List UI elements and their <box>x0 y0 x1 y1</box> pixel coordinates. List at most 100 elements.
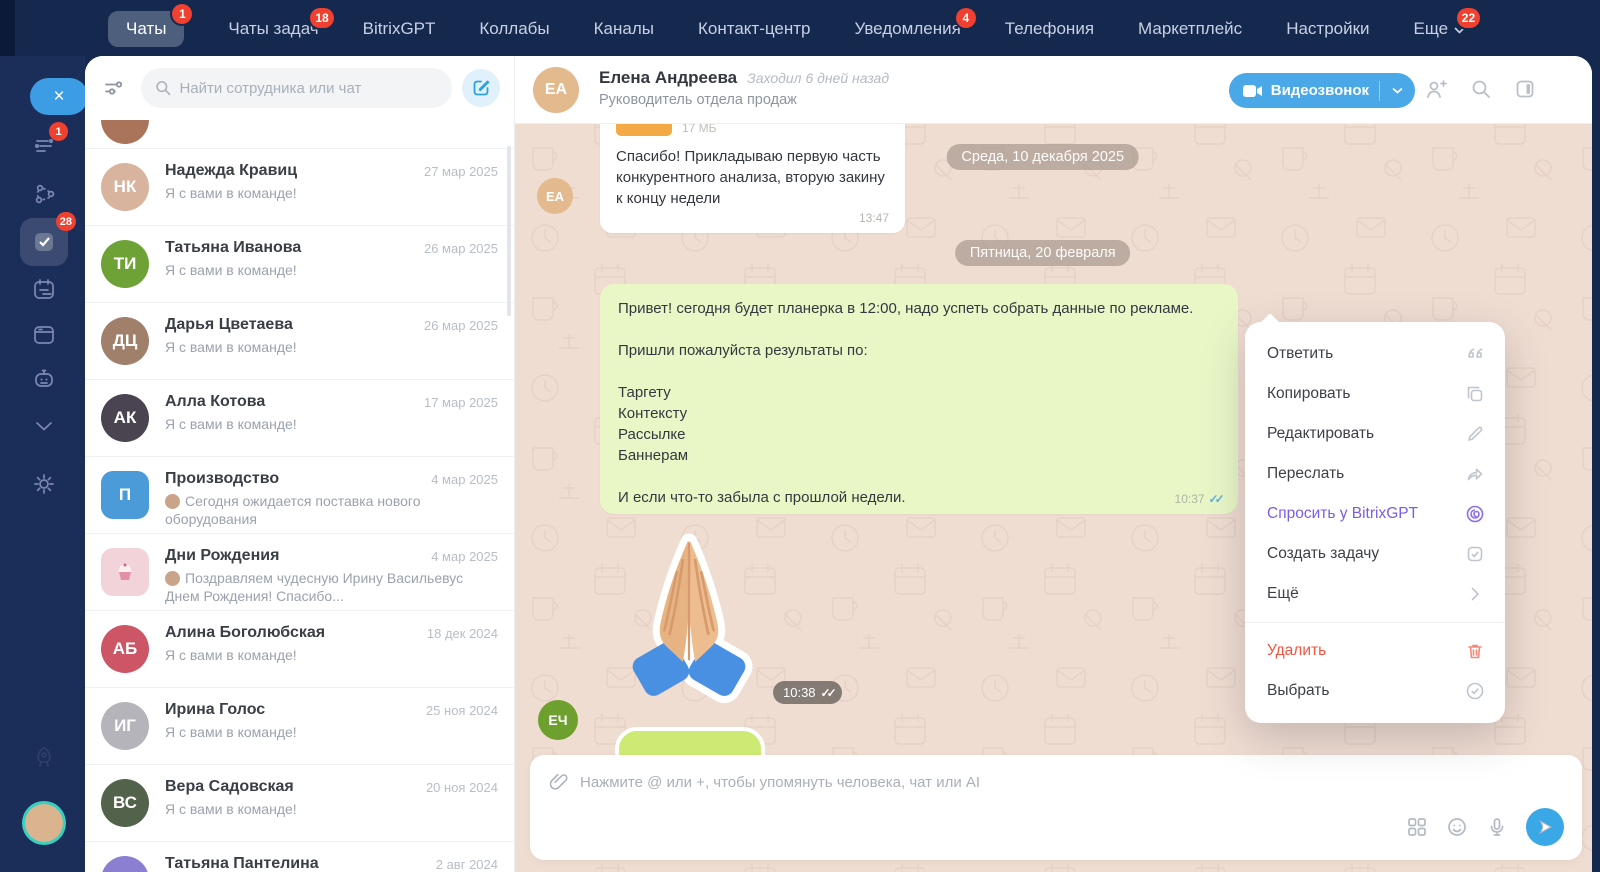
user-avatar[interactable] <box>25 804 63 842</box>
chat-list-item[interactable]: НК Надежда Кравиц Я с вами в команде! 27… <box>85 148 514 225</box>
avatar <box>101 120 149 144</box>
menu-item-edit[interactable]: Редактировать <box>1245 414 1505 454</box>
search-box <box>141 68 452 108</box>
chat-list-scrollbar[interactable] <box>507 146 511 316</box>
close-panel-button[interactable]: × <box>30 78 88 115</box>
avatar: АК <box>101 394 149 442</box>
contact-name[interactable]: Елена Андреева <box>599 68 737 88</box>
nav-tab-marketplace[interactable]: Маркетплейс <box>1138 19 1242 39</box>
nav-tab-telephony[interactable]: Телефония <box>1005 19 1094 39</box>
menu-item-forward[interactable]: Переслать <box>1245 454 1505 494</box>
own-avatar: ЕЧ <box>538 700 578 740</box>
chat-list-header <box>85 56 514 120</box>
sidebar-item-feed[interactable]: 1 <box>24 122 68 166</box>
message-time: 10:37 <box>1174 492 1205 506</box>
panel-icon <box>1516 80 1534 98</box>
menu-item-ask-bitrixgpt[interactable]: Спросить у BitrixGPT <box>1245 494 1505 534</box>
nav-tab-more[interactable]: Еще 22 <box>1414 8 1481 39</box>
chat-list-item[interactable]: ДЦ Дарья Цветаева Я с вами в команде! 26… <box>85 302 514 379</box>
new-chat-button[interactable] <box>462 69 500 107</box>
menu-item-select[interactable]: Выбрать <box>1245 671 1505 711</box>
message-composer <box>530 755 1582 860</box>
nav-tab-bitrixgpt[interactable]: BitrixGPT <box>363 19 436 39</box>
chevron-right-icon <box>1471 587 1480 601</box>
sender-mini-avatar <box>165 571 180 586</box>
avatar: АБ <box>101 625 149 673</box>
add-person-icon <box>1427 80 1447 98</box>
chat-search-button[interactable] <box>1470 78 1492 102</box>
message-text: Спасибо! Прикладываю первую часть конкур… <box>616 148 885 207</box>
microphone-icon[interactable] <box>1486 816 1508 838</box>
top-navigation: Чаты 1 Чаты задач 18 BitrixGPT Коллабы Кан… <box>0 0 1600 58</box>
outgoing-message[interactable]: Привет! сегодня будет планерка в 12:00, … <box>600 284 1238 514</box>
sidebar-item-tasks[interactable]: 28 <box>20 212 76 266</box>
message-time: 13:47 <box>858 211 889 225</box>
contact-avatar[interactable]: ЕА <box>533 67 579 113</box>
chat-list-item[interactable]: ТИ Татьяна Иванова Я с вами в команде! 2… <box>85 225 514 302</box>
sidebar-item-planner[interactable] <box>24 269 64 309</box>
praying-hands-sticker[interactable] <box>610 528 768 708</box>
conversation-panel: 17 МБ Спасибо! Прикладываю первую часть … <box>515 56 1592 872</box>
message-context-menu: Ответить Копировать Редактировать Пересл… <box>1245 313 1505 723</box>
chat-list-item[interactable]: АК Алла Котова Я с вами в команде! 17 ма… <box>85 379 514 456</box>
invite-user-button[interactable] <box>1424 78 1448 102</box>
side-panel-toggle[interactable] <box>1514 78 1536 102</box>
chat-list-item[interactable]: АБ Алина Боголюбская Я с вами в команде!… <box>85 610 514 687</box>
pencil-icon <box>1468 426 1483 441</box>
filter-button[interactable] <box>97 71 131 105</box>
browser-window-icon <box>34 326 54 344</box>
tasks-icon <box>35 233 53 251</box>
sender-avatar: ЕА <box>537 178 573 214</box>
menu-item-create-task[interactable]: Создать задачу <box>1245 534 1505 574</box>
message-input[interactable] <box>580 773 1564 791</box>
read-checkmarks-icon: ✓✓ <box>1208 492 1225 506</box>
sidebar-more-chevron[interactable] <box>24 406 64 446</box>
avatar: П <box>101 471 149 519</box>
nav-tab-collabs[interactable]: Коллабы <box>479 19 549 39</box>
chat-list-item[interactable]: П Производство Сегодня ожидается поставк… <box>85 456 514 533</box>
video-camera-icon <box>1242 84 1262 97</box>
emoji-icon[interactable] <box>1446 816 1468 838</box>
task-check-icon <box>1467 546 1483 562</box>
circle-check-icon <box>1466 682 1484 700</box>
date-separator: Среда, 10 декабря 2025 <box>946 144 1140 170</box>
tasks-badge: 28 <box>55 212 76 231</box>
nav-tab-chats[interactable]: Чаты 1 <box>108 4 193 47</box>
attach-file-icon[interactable] <box>548 771 570 793</box>
sidebar-item-network[interactable] <box>24 174 64 214</box>
nav-tab-task-chats[interactable]: Чаты задач 18 <box>228 8 334 39</box>
nav-tab-notifications[interactable]: Уведомления 4 <box>855 8 976 39</box>
video-call-options-chevron[interactable] <box>1384 87 1411 94</box>
nav-tab-contact-center[interactable]: Контакт-центр <box>698 19 811 39</box>
incoming-message[interactable]: 17 МБ Спасибо! Прикладываю первую часть … <box>600 108 905 233</box>
nav-tab-channels[interactable]: Каналы <box>594 19 654 39</box>
menu-item-delete[interactable]: Удалить <box>1245 631 1505 671</box>
send-button[interactable] <box>1526 808 1564 846</box>
chat-list-item[interactable]: ТП Татьяна Пантелина 2 авг 2024 <box>85 841 514 872</box>
menu-item-copy[interactable]: Копировать <box>1245 374 1505 414</box>
avatar: НК <box>101 163 149 211</box>
apps-grid-icon[interactable] <box>1406 816 1428 838</box>
sidebar-item-settings[interactable] <box>24 464 64 504</box>
search-input[interactable] <box>179 79 438 97</box>
chat-list-item[interactable]: Дни Рождения Поздравляем чудесную Ирину … <box>85 533 514 610</box>
nav-tab-settings[interactable]: Настройки <box>1286 19 1369 39</box>
trash-icon <box>1468 644 1482 659</box>
avatar: ТИ <box>101 240 149 288</box>
network-icon <box>35 184 55 204</box>
chat-list-item[interactable]: ИГ Ирина Голос Я с вами в команде! 25 но… <box>85 687 514 764</box>
cupcake-icon <box>118 563 132 580</box>
menu-item-more[interactable]: Ещё <box>1245 574 1505 614</box>
sidebar-item-copilot[interactable] <box>24 359 64 399</box>
sidebar-item-boost[interactable] <box>24 738 64 778</box>
menu-divider <box>1245 622 1505 623</box>
menu-item-reply[interactable]: Ответить <box>1245 334 1505 374</box>
chat-list-item[interactable]: ВС Вера Садовская Я с вами в команде! 20… <box>85 764 514 841</box>
video-call-button[interactable]: Видеозвонок <box>1228 73 1415 108</box>
quote-icon <box>1468 348 1483 358</box>
sidebar-item-sites[interactable] <box>24 315 64 355</box>
gear-icon <box>34 474 54 494</box>
search-icon <box>1472 80 1490 98</box>
avatar: ДЦ <box>101 317 149 365</box>
chat-list-item-partial[interactable] <box>85 120 514 148</box>
